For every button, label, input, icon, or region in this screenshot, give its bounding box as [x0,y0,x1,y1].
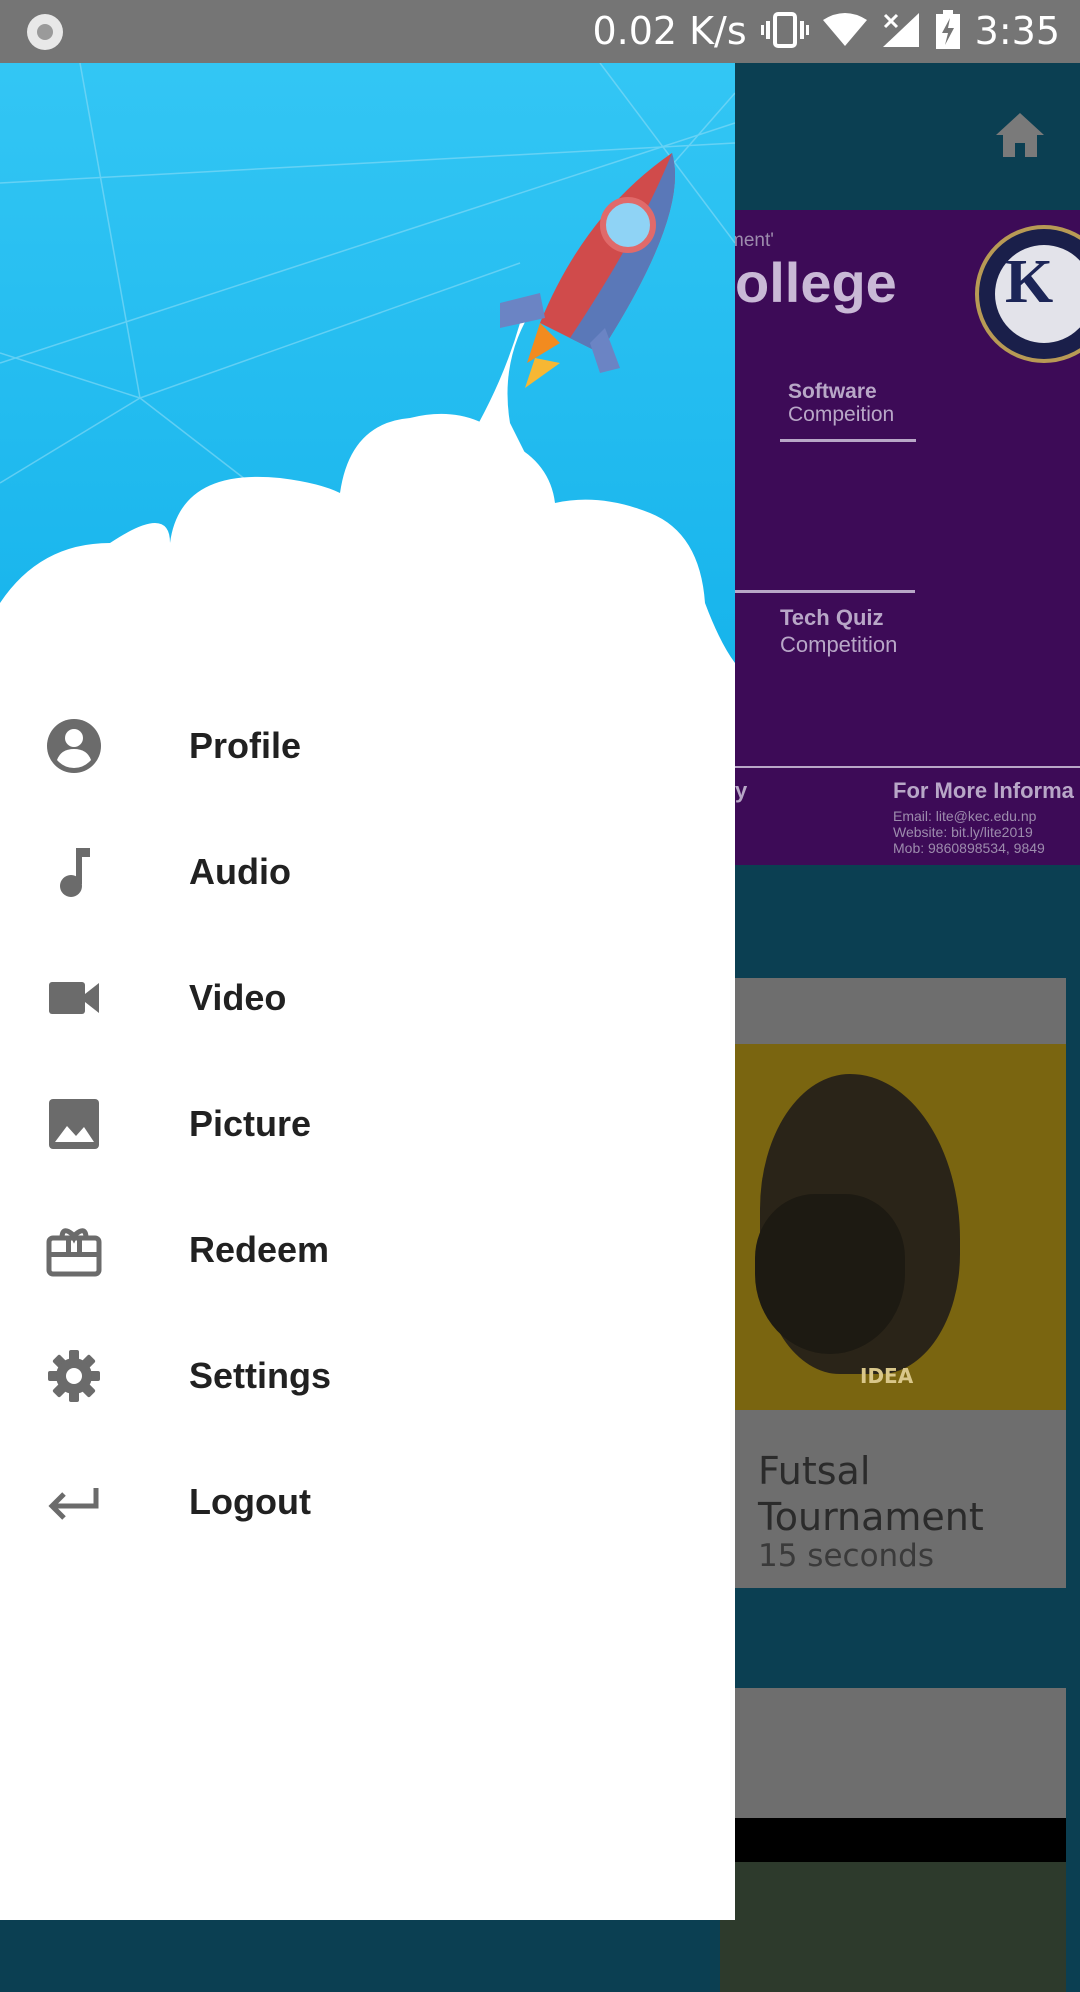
banner-college: ollege [735,251,897,314]
banner-mob: Mob: 9860898534, 9849 [893,840,1045,856]
menu-item-profile[interactable]: Profile [0,683,735,809]
card-image: IDEA [720,1044,1066,1410]
card-2-image [720,1862,1066,1992]
status-bar: 0.02 K/s 3:35 [0,0,1080,63]
menu-item-settings[interactable]: Settings [0,1313,735,1439]
college-logo: K [975,225,1080,363]
menu-item-picture[interactable]: Picture [0,1061,735,1187]
menu-item-redeem[interactable]: Redeem [0,1187,735,1313]
music-note-icon [46,844,102,900]
home-icon[interactable] [994,111,1046,159]
banner-email: Email: lite@kec.edu.np [893,808,1037,824]
banner-left-bottom: y [735,778,748,803]
menu-item-logout[interactable]: Logout [0,1439,735,1565]
navigation-drawer: Profile Audio Video Picture Redeem Setti… [0,63,735,1920]
menu-label-logout: Logout [189,1481,311,1522]
network-speed: 0.02 K/s [592,9,747,53]
record-icon [27,14,63,50]
menu-label-profile: Profile [189,725,302,766]
card-title: Futsal Tournament [758,1449,984,1539]
banner-website: Website: bit.ly/lite2019 [893,824,1033,840]
event-card[interactable]: IDEA Futsal Tournament 15 seconds [720,978,1066,1588]
banner-item1b: Compeition [788,403,895,426]
vibrate-icon [760,11,809,52]
account-circle-icon [46,718,102,774]
gift-card-icon [46,1222,102,1278]
banner-more-info: For More Informa [893,778,1074,803]
banner-item2b: Competition [780,632,898,657]
drawer-header-illustration [0,63,735,663]
status-bar-right: 0.02 K/s 3:35 [592,0,1060,63]
banner-item1: Software [788,380,877,403]
menu-item-video[interactable]: Video [0,935,735,1061]
menu-label-audio: Audio [189,851,291,892]
signal-icon [881,11,921,53]
banner-item2: Tech Quiz [780,605,884,630]
videocam-icon [46,970,102,1026]
image-icon [46,1096,102,1152]
event-card-2[interactable] [720,1688,1066,1992]
menu-label-settings: Settings [189,1355,332,1396]
clock: 3:35 [974,9,1060,53]
menu-label-picture: Picture [189,1103,312,1144]
menu-label-video: Video [189,977,287,1018]
logout-arrow-icon [46,1474,102,1530]
card-subtitle: 15 seconds [758,1538,935,1574]
wifi-icon [822,12,867,52]
settings-gear-icon [46,1348,102,1404]
drawer-menu: Profile Audio Video Picture Redeem Setti… [0,683,735,1565]
menu-label-redeem: Redeem [189,1229,330,1270]
battery-charging-icon [935,9,961,54]
card-image-caption: IDEA [860,1364,914,1388]
menu-item-audio[interactable]: Audio [0,809,735,935]
